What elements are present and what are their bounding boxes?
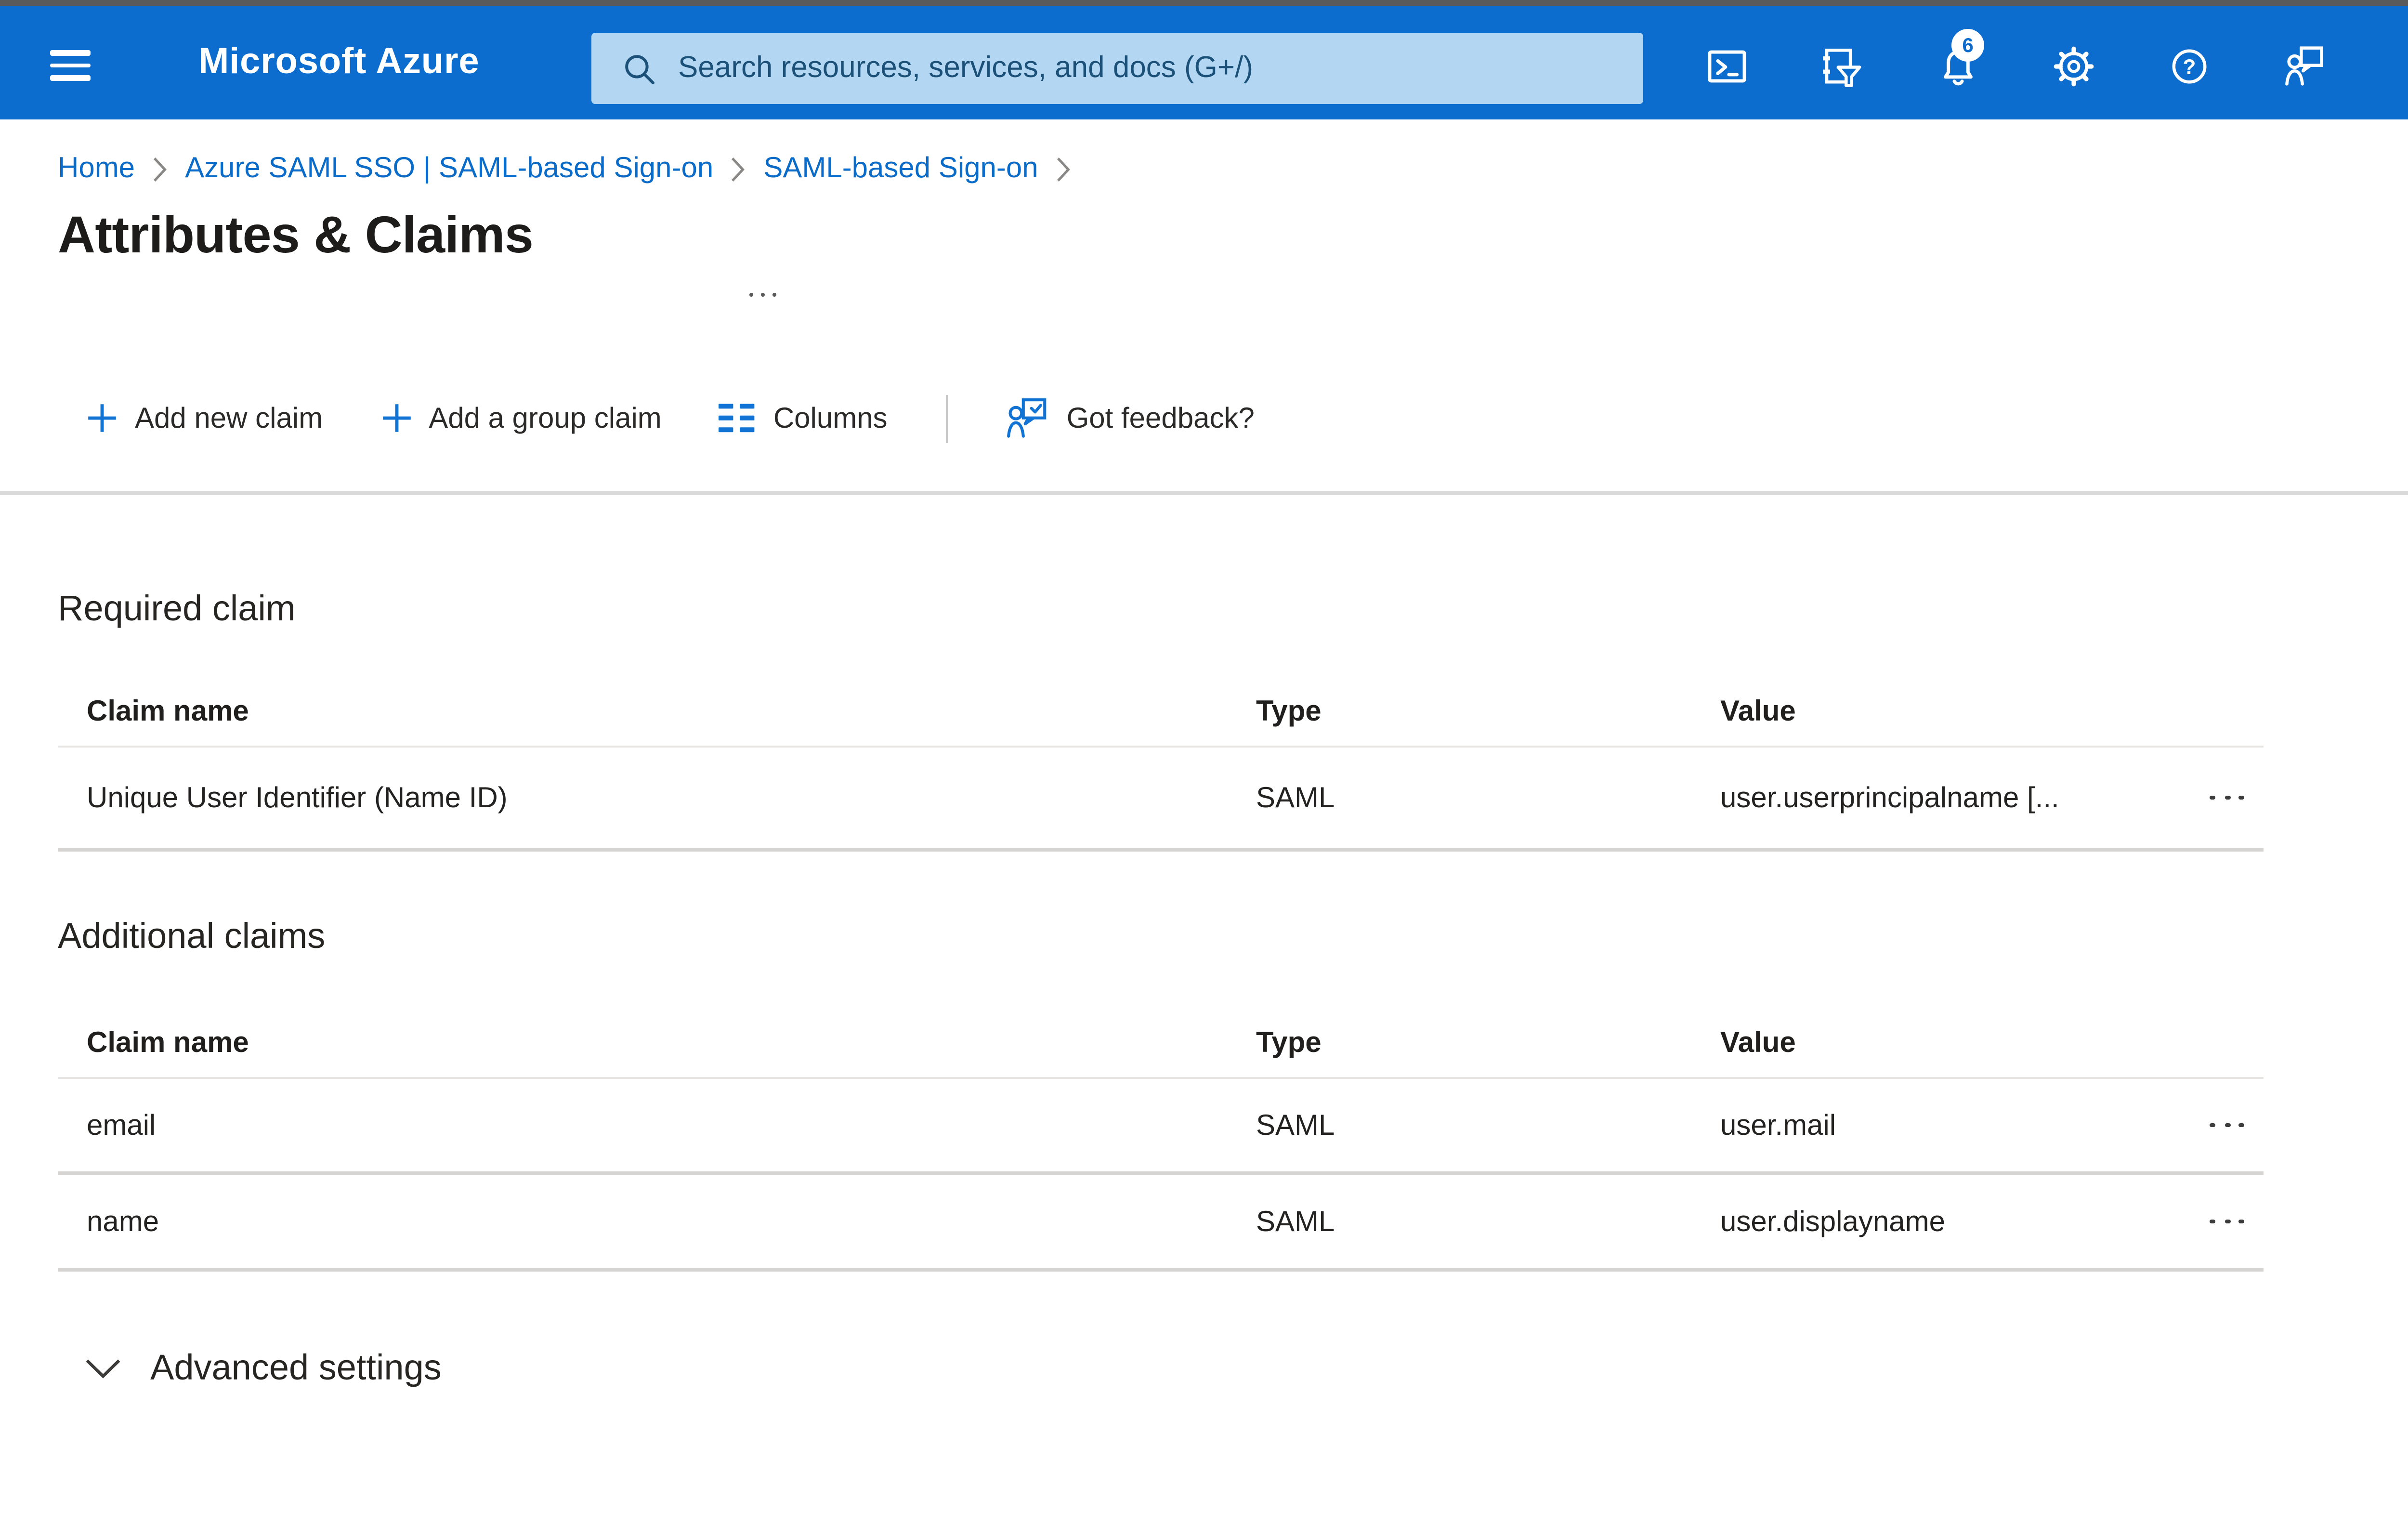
column-header-type: Type xyxy=(1256,696,1322,728)
command-bar-divider xyxy=(0,491,2408,494)
required-claim-heading: Required claim xyxy=(58,588,296,628)
add-new-claim-button[interactable]: Add new claim xyxy=(87,402,323,434)
breadcrumb-chevron-icon xyxy=(731,155,746,182)
feedback-button[interactable] xyxy=(2281,42,2327,89)
claim-type-cell: SAML xyxy=(1256,1109,1335,1142)
gear-icon xyxy=(2053,45,2093,86)
breadcrumb-link-app-signon[interactable]: Azure SAML SSO | SAML-based Sign-on xyxy=(185,152,713,185)
table-row[interactable]: Unique User Identifier (Name ID) SAML us… xyxy=(58,748,2264,852)
topbar-icon-group: 6 ? xyxy=(1703,29,2327,89)
breadcrumb: Home Azure SAML SSO | SAML-based Sign-on… xyxy=(58,152,1088,185)
search-icon xyxy=(625,54,654,83)
advanced-settings-toggle[interactable]: Advanced settings xyxy=(85,1347,442,1389)
row-more-options-button[interactable] xyxy=(2202,1207,2264,1236)
column-header-value: Value xyxy=(1720,1027,1796,1060)
search-input[interactable] xyxy=(674,49,1624,88)
command-bar: Add new claim Add a group claim Columns xyxy=(58,389,1255,447)
claim-value-cell: user.mail xyxy=(1720,1109,1836,1142)
add-group-claim-label: Add a group claim xyxy=(429,402,662,434)
claim-name-cell: email xyxy=(87,1109,156,1142)
plus-icon xyxy=(88,404,116,432)
breadcrumb-chevron-icon xyxy=(1056,155,1071,182)
add-new-claim-label: Add new claim xyxy=(135,402,323,434)
attributes-claims-pane: Home Azure SAML SSO | SAML-based Sign-on… xyxy=(0,119,2408,1523)
title-context-menu-button[interactable] xyxy=(744,287,782,302)
help-button[interactable]: ? xyxy=(2165,42,2212,89)
table-row[interactable]: name SAML user.displayname xyxy=(58,1175,2264,1272)
table-header-row: Claim name Type Value xyxy=(58,678,2264,748)
help-icon: ? xyxy=(2171,48,2206,83)
terminal-icon xyxy=(1707,49,1745,82)
directory-filter-icon xyxy=(1822,48,1860,86)
table-row[interactable]: email SAML user.mail xyxy=(58,1079,2264,1175)
required-claim-table: Claim name Type Value Unique User Identi… xyxy=(58,678,2264,852)
chevron-down-icon xyxy=(86,1358,120,1378)
columns-button[interactable]: Columns xyxy=(719,402,888,434)
cloud-shell-button[interactable] xyxy=(1703,42,1749,89)
add-group-claim-button[interactable]: Add a group claim xyxy=(380,402,662,434)
brand-title[interactable]: Microsoft Azure xyxy=(198,42,480,85)
claim-name-cell: name xyxy=(87,1205,159,1238)
table-header-row: Claim name Type Value xyxy=(58,1010,2264,1079)
feedback-bubble-icon xyxy=(1006,397,1046,437)
toolbar-divider xyxy=(945,394,947,442)
claim-name-cell: Unique User Identifier (Name ID) xyxy=(87,781,508,814)
column-header-claim-name: Claim name xyxy=(87,1027,249,1060)
search-box xyxy=(591,33,1643,104)
notification-badge: 6 xyxy=(1951,29,1984,62)
svg-text:?: ? xyxy=(2182,54,2195,78)
settings-button[interactable] xyxy=(2050,42,2096,89)
hamburger-menu-button[interactable] xyxy=(50,50,91,81)
claim-value-cell: user.displayname xyxy=(1720,1205,1945,1238)
directory-filter-button[interactable] xyxy=(1819,42,1865,89)
advanced-settings-label: Advanced settings xyxy=(150,1347,442,1387)
window-top-strip xyxy=(0,0,2408,6)
column-header-value: Value xyxy=(1720,696,1796,728)
row-more-options-button[interactable] xyxy=(2202,1111,2264,1140)
additional-claims-heading: Additional claims xyxy=(58,915,326,956)
row-more-options-button[interactable] xyxy=(2202,783,2264,812)
additional-claims-table: Claim name Type Value email SAML user.ma… xyxy=(58,1010,2264,1272)
columns-label: Columns xyxy=(773,402,888,434)
claim-type-cell: SAML xyxy=(1256,781,1335,814)
feedback-person-icon xyxy=(2284,45,2322,85)
columns-icon xyxy=(719,404,756,433)
claim-type-cell: SAML xyxy=(1256,1205,1335,1238)
plus-icon xyxy=(382,404,410,432)
column-header-claim-name: Claim name xyxy=(87,696,249,728)
azure-portal-window: Microsoft Azure Search resources, servic… xyxy=(0,0,2408,1523)
got-feedback-label: Got feedback? xyxy=(1066,402,1255,434)
breadcrumb-link-saml-signon[interactable]: SAML-based Sign-on xyxy=(763,152,1038,185)
page-title: Attributes & Claims xyxy=(58,206,534,264)
breadcrumb-chevron-icon xyxy=(152,155,168,182)
topbar: Microsoft Azure Search resources, servic… xyxy=(0,6,2408,119)
notifications-button[interactable]: 6 xyxy=(1934,29,1984,89)
got-feedback-button[interactable]: Got feedback? xyxy=(1005,396,1255,440)
breadcrumb-link-home[interactable]: Home xyxy=(58,152,135,185)
claim-value-cell: user.userprincipalname [... xyxy=(1720,781,2059,814)
column-header-type: Type xyxy=(1256,1027,1322,1060)
